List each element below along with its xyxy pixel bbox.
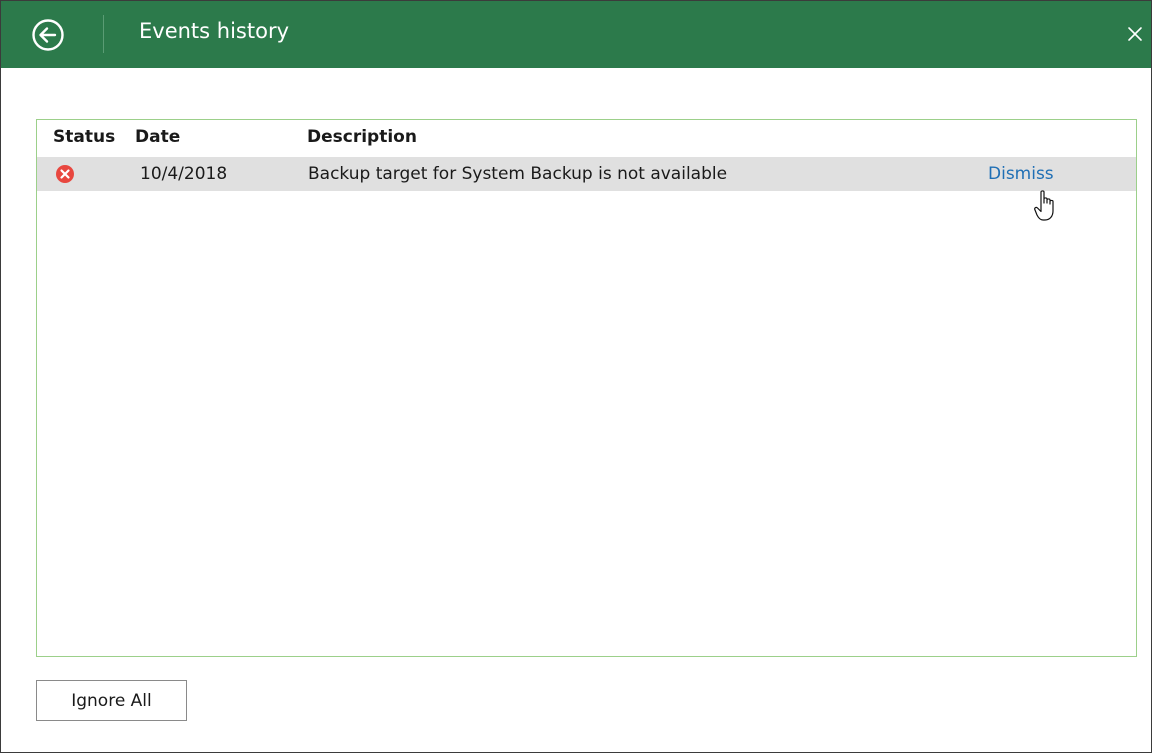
hand-cursor-icon bbox=[1034, 190, 1054, 221]
ignore-all-button[interactable]: Ignore All bbox=[36, 680, 187, 721]
window-title: Events history bbox=[139, 19, 290, 43]
event-date: 10/4/2018 bbox=[140, 164, 228, 184]
column-header-date[interactable]: Date bbox=[135, 127, 180, 147]
title-separator bbox=[103, 15, 104, 53]
events-history-window: Events history Status Date Description 1… bbox=[0, 0, 1152, 753]
dismiss-link[interactable]: Dismiss bbox=[988, 164, 1054, 184]
back-arrow-icon bbox=[32, 19, 64, 51]
table-row[interactable]: 10/4/2018 Backup target for System Backu… bbox=[37, 157, 1136, 221]
back-button[interactable] bbox=[31, 18, 65, 52]
title-bar: Events history bbox=[1, 1, 1151, 68]
column-header-status[interactable]: Status bbox=[53, 127, 115, 147]
close-button[interactable] bbox=[1121, 19, 1149, 49]
error-icon bbox=[56, 165, 74, 183]
close-icon bbox=[1128, 27, 1142, 41]
column-header-description[interactable]: Description bbox=[307, 127, 417, 147]
event-description: Backup target for System Backup is not a… bbox=[308, 164, 728, 184]
events-table: Status Date Description 10/4/2018 Backup… bbox=[36, 119, 1137, 657]
